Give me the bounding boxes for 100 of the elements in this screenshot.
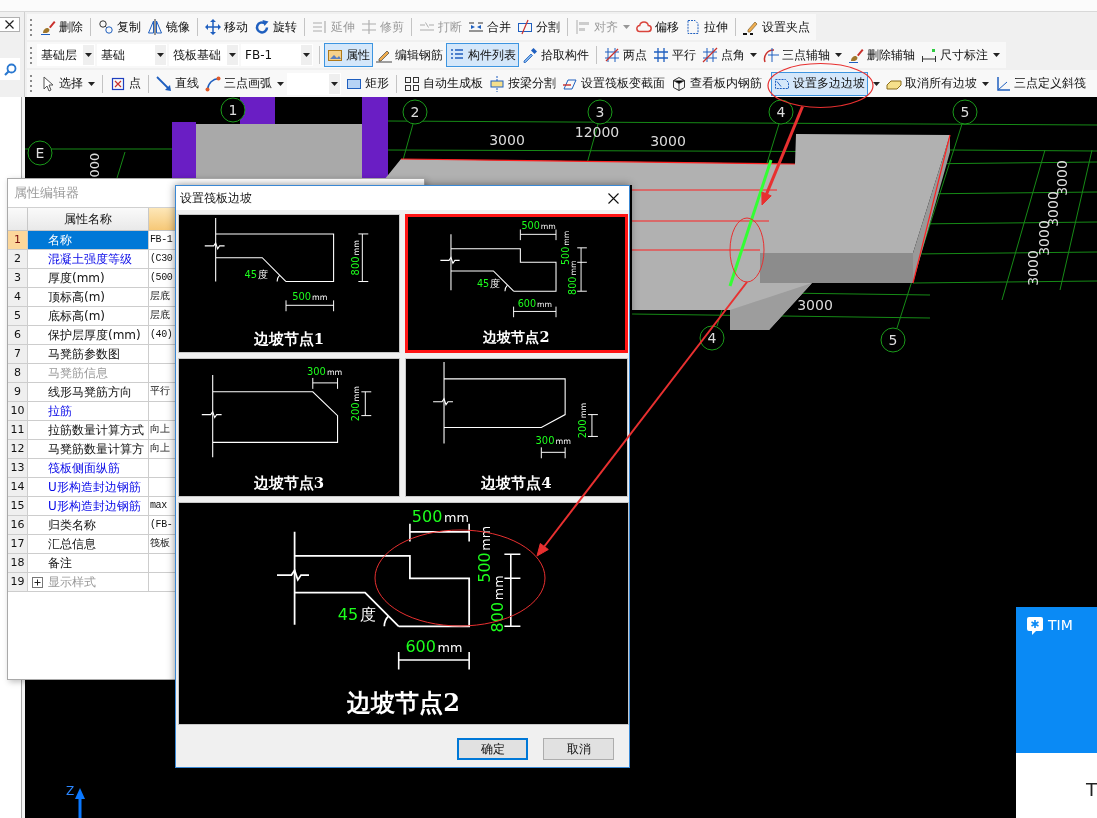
property-name[interactable]: 马凳筋数量计算方 bbox=[28, 440, 149, 459]
toolbar-button[interactable]: 属性 bbox=[324, 43, 373, 67]
toolbar-button[interactable]: 旋转 bbox=[251, 15, 300, 39]
toolbar-button[interactable]: 按梁分割 bbox=[486, 71, 559, 96]
property-name[interactable]: 保护层厚度(mm) bbox=[28, 326, 149, 345]
toolbar-button[interactable]: 移动 bbox=[202, 15, 251, 39]
caret-icon bbox=[229, 53, 236, 57]
dialog-button[interactable]: 确定 bbox=[457, 738, 528, 760]
property-value: (40) bbox=[150, 329, 173, 340]
row-number: 16 bbox=[8, 516, 28, 535]
property-name[interactable]: 备注 bbox=[28, 554, 149, 573]
dialog-button[interactable]: 取消 bbox=[543, 738, 614, 760]
property-name[interactable]: U形构造封边钢筋 bbox=[28, 497, 149, 516]
property-name[interactable]: 线形马凳筋方向 bbox=[28, 383, 149, 402]
toolbar-button[interactable]: 直线 bbox=[153, 71, 202, 96]
pencil-icon bbox=[743, 19, 759, 35]
slashed-hash-icon bbox=[702, 47, 718, 63]
toolbar-button[interactable]: 合并 bbox=[465, 15, 514, 39]
option-caption: 边坡节点2 bbox=[483, 328, 550, 346]
property-name[interactable]: 厚度(mm) bbox=[28, 269, 149, 288]
angle-icon bbox=[995, 75, 1011, 92]
toolbar-button[interactable]: 设置多边边坡 bbox=[771, 71, 868, 96]
option-caption: 边坡节点4 bbox=[481, 474, 552, 493]
property-name[interactable]: 底标高(m) bbox=[28, 307, 149, 326]
property-value: 平行 bbox=[150, 386, 170, 397]
picture-frame-icon bbox=[327, 47, 343, 63]
dropdown-button[interactable]: 三点辅轴 bbox=[760, 43, 845, 67]
toolbar-button[interactable]: 拉伸 bbox=[682, 15, 731, 39]
dropdown-button[interactable]: 取消所有边坡 bbox=[883, 71, 992, 96]
z-axis-arrow bbox=[75, 788, 85, 818]
slope-option[interactable]: 300 mm 200mm 边坡节点3 bbox=[178, 358, 400, 497]
grip-icon[interactable] bbox=[30, 75, 33, 92]
property-name[interactable]: 汇总信息 bbox=[28, 535, 149, 554]
dropdown-button[interactable]: 三点画弧 bbox=[202, 71, 287, 96]
toolbar-button[interactable]: 自动生成板 bbox=[401, 71, 486, 96]
app-name: TIM bbox=[1048, 617, 1073, 633]
panel-title: 属性编辑器 bbox=[14, 184, 79, 202]
row-number: 18 bbox=[8, 554, 28, 573]
toolbar-button[interactable]: 删除 bbox=[37, 15, 86, 39]
caret-icon bbox=[331, 81, 338, 86]
crossed-lines-icon bbox=[604, 47, 620, 63]
dimension-label: 600 mm bbox=[405, 636, 463, 656]
combo-box[interactable]: 基础 bbox=[97, 44, 167, 66]
trim-lines-icon bbox=[361, 19, 377, 35]
row-number: 2 bbox=[8, 250, 28, 269]
toolbar-button[interactable]: 设置夹点 bbox=[740, 15, 813, 39]
toolbar-button[interactable]: 删除辅轴 bbox=[845, 43, 918, 67]
close-button[interactable] bbox=[0, 17, 20, 32]
eyedropper-icon bbox=[522, 47, 538, 63]
property-name[interactable]: 名称 bbox=[28, 231, 149, 250]
toolbar-button[interactable]: 三点定义斜筏 bbox=[992, 71, 1089, 96]
toolbar-button[interactable]: 构件列表 bbox=[446, 43, 519, 67]
axis-bubble: E bbox=[27, 140, 53, 166]
toolbar-button[interactable]: 设置筏板变截面 bbox=[559, 71, 668, 96]
expand-icon[interactable] bbox=[32, 576, 43, 588]
slope-option[interactable]: 500mm 500mm 800mm 45度 600mm 边坡节点2 bbox=[405, 214, 628, 353]
dropdown-button[interactable]: 尺寸标注 bbox=[918, 43, 1003, 67]
toolbar-button[interactable]: 两点 bbox=[601, 43, 650, 67]
toolbar-button[interactable]: 拾取构件 bbox=[519, 43, 592, 67]
property-name[interactable]: 顶标高(m) bbox=[28, 288, 149, 307]
combo-box[interactable]: 基础层 bbox=[37, 44, 95, 66]
cursor-icon bbox=[40, 75, 56, 92]
toolbar-button[interactable]: 查看板内钢筋 bbox=[668, 71, 765, 96]
toolbar-button[interactable]: 矩形 bbox=[343, 71, 392, 96]
property-name[interactable]: 筏板侧面纵筋 bbox=[28, 459, 149, 478]
property-name[interactable]: 拉筋 bbox=[28, 402, 149, 421]
dropdown-button[interactable]: 选择 bbox=[37, 71, 98, 96]
slope-option[interactable]: 200mm 300 mm 边坡节点4 bbox=[405, 358, 628, 497]
property-name[interactable]: 混凝土强度等级 bbox=[28, 250, 149, 269]
combo-box[interactable]: 筏板基础 bbox=[169, 44, 239, 66]
property-name[interactable]: 拉筋数量计算方式 bbox=[28, 421, 149, 440]
cloud-icon bbox=[636, 19, 652, 35]
toolbar-button[interactable]: 编辑钢筋 bbox=[373, 43, 446, 67]
row-number: 13 bbox=[8, 459, 28, 478]
diagonal-arrow-icon bbox=[156, 75, 172, 92]
search-button[interactable] bbox=[0, 58, 20, 80]
slope-option[interactable]: 800mm 45度 500mm 边坡节点1 bbox=[178, 214, 400, 353]
property-value: 向上 bbox=[150, 443, 170, 454]
toolbar-button[interactable]: 偏移 bbox=[633, 15, 682, 39]
brush-icon bbox=[40, 19, 56, 35]
property-name[interactable]: 马凳筋参数图 bbox=[28, 345, 149, 364]
axis-bubble: 2 bbox=[402, 99, 428, 125]
toolbar-button[interactable]: 点 bbox=[107, 71, 144, 96]
grip-icon[interactable] bbox=[30, 46, 33, 64]
toolbar-button[interactable]: 复制 bbox=[95, 15, 144, 39]
property-name[interactable]: 归类名称 bbox=[28, 516, 149, 535]
combo-box[interactable]: FB-1 bbox=[241, 44, 313, 66]
extend-lines-icon bbox=[312, 19, 328, 35]
dimension-text: 3000 bbox=[650, 133, 686, 149]
dropdown-button[interactable]: 点角 bbox=[699, 43, 760, 67]
dimension-label: 200mm bbox=[577, 402, 588, 439]
caret-icon bbox=[88, 81, 95, 86]
toolbar-button[interactable]: 平行 bbox=[650, 43, 699, 67]
toolbar-button[interactable]: 镜像 bbox=[144, 15, 193, 39]
toolbar-button[interactable]: 分割 bbox=[514, 15, 563, 39]
property-name[interactable]: U形构造封边钢筋 bbox=[28, 478, 149, 497]
align-bars-icon bbox=[575, 19, 591, 35]
cross-box-icon bbox=[110, 75, 126, 92]
grip-icon[interactable] bbox=[30, 18, 33, 36]
angle-label: 45度 bbox=[477, 278, 501, 290]
